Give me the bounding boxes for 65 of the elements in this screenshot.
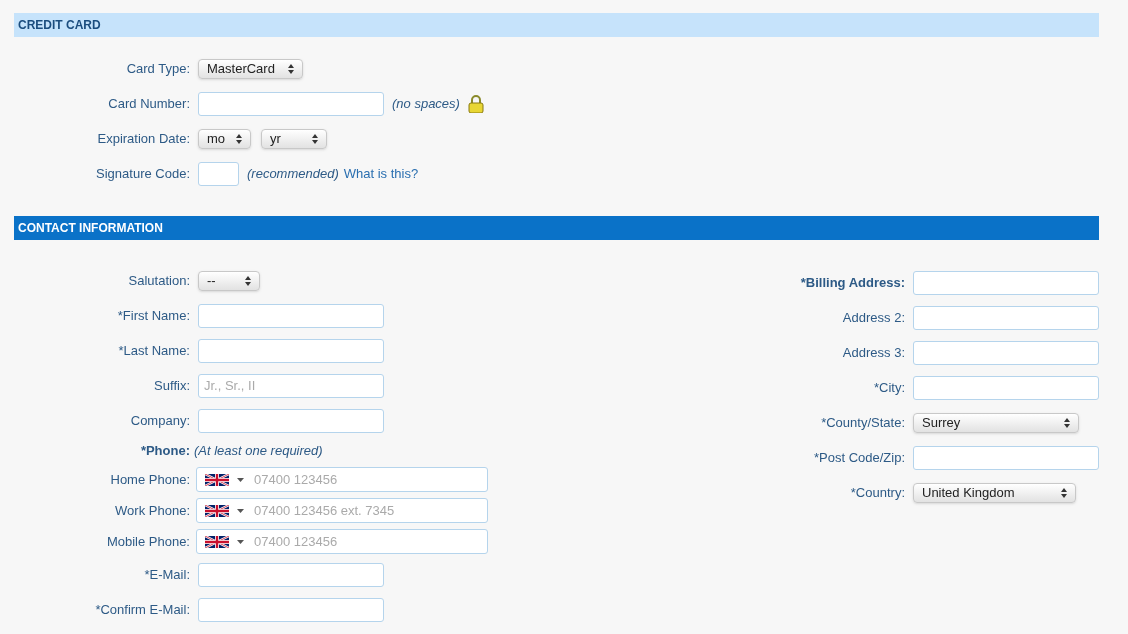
dropdown[interactable]: -- (198, 270, 260, 291)
input-field[interactable] (913, 445, 1099, 470)
flag-icon (205, 473, 229, 486)
input-field[interactable] (913, 305, 1099, 330)
input-field[interactable] (198, 338, 384, 363)
caret-icon (237, 508, 244, 513)
field-label: *Last Name: (117, 341, 190, 360)
input-field[interactable] (913, 270, 1099, 295)
field-label: Work Phone: (114, 501, 190, 520)
caret-icon (237, 539, 244, 544)
field-label: *E-Mail: (143, 565, 190, 584)
field-label: Card Type: (125, 59, 190, 78)
input-field[interactable]: Jr., Sr., II (198, 373, 384, 398)
updown-arrows-icon (1064, 417, 1070, 428)
field-label: Mobile Phone: (105, 532, 190, 551)
input-field[interactable]: 07400 123456 (254, 468, 487, 491)
field-label: *City: (872, 378, 905, 397)
field-label: *County/State: (820, 413, 905, 432)
input-field[interactable] (913, 375, 1099, 400)
dropdown[interactable]: yr (261, 128, 327, 149)
phone-field[interactable]: 07400 123456 (196, 467, 488, 492)
input-field[interactable] (198, 408, 384, 433)
dropdown[interactable]: United Kingdom (913, 482, 1076, 503)
field-label: Card Number: (107, 94, 190, 113)
field-label: Address 2: (841, 308, 905, 327)
updown-arrows-icon (1061, 487, 1067, 498)
dropdown[interactable]: Surrey (913, 412, 1079, 433)
field-label: Address 3: (841, 343, 905, 362)
input-field[interactable]: 07400 123456 ext. 7345 (254, 499, 487, 522)
phone-field[interactable]: 07400 123456 (196, 529, 488, 554)
caret-icon (237, 477, 244, 482)
hint-text: (At least one required) (194, 442, 323, 461)
phone-field[interactable]: 07400 123456 ext. 7345 (196, 498, 488, 523)
help-link[interactable]: What is this? (343, 163, 419, 184)
hint-text: (recommended) (247, 164, 339, 183)
section-title: CREDIT CARD (18, 17, 101, 34)
flag-icon (205, 504, 229, 517)
dropdown[interactable]: MasterCard (198, 58, 303, 79)
field-label: Home Phone: (109, 470, 190, 489)
section-title: CONTACT INFORMATION (18, 220, 163, 237)
input-field[interactable] (198, 303, 384, 328)
dropdown[interactable]: mo (198, 128, 251, 149)
field-label: Signature Code: (95, 164, 190, 183)
field-label: Salutation: (127, 271, 190, 290)
field-label: *Billing Address: (799, 273, 905, 292)
field-label: Expiration Date: (96, 129, 190, 148)
field-label: Company: (129, 411, 190, 430)
field-label: *Country: (849, 483, 905, 502)
updown-arrows-icon (236, 133, 242, 144)
field-label: *First Name: (116, 306, 190, 325)
updown-arrows-icon (288, 63, 294, 74)
flag-icon (205, 535, 229, 548)
field-label: Suffix: (153, 376, 190, 395)
field-label: *Phone: (139, 442, 190, 461)
field-label: *Post Code/Zip: (812, 448, 905, 467)
updown-arrows-icon (312, 133, 318, 144)
input-field[interactable]: 07400 123456 (254, 530, 487, 553)
input-field[interactable] (198, 562, 384, 587)
input-field[interactable] (198, 597, 384, 622)
input-field[interactable] (198, 161, 239, 186)
updown-arrows-icon (245, 275, 251, 286)
field-label: *Confirm E-Mail: (94, 600, 190, 619)
hint-text: (no spaces) (392, 94, 460, 113)
input-field[interactable] (198, 91, 384, 116)
input-field[interactable] (913, 340, 1099, 365)
